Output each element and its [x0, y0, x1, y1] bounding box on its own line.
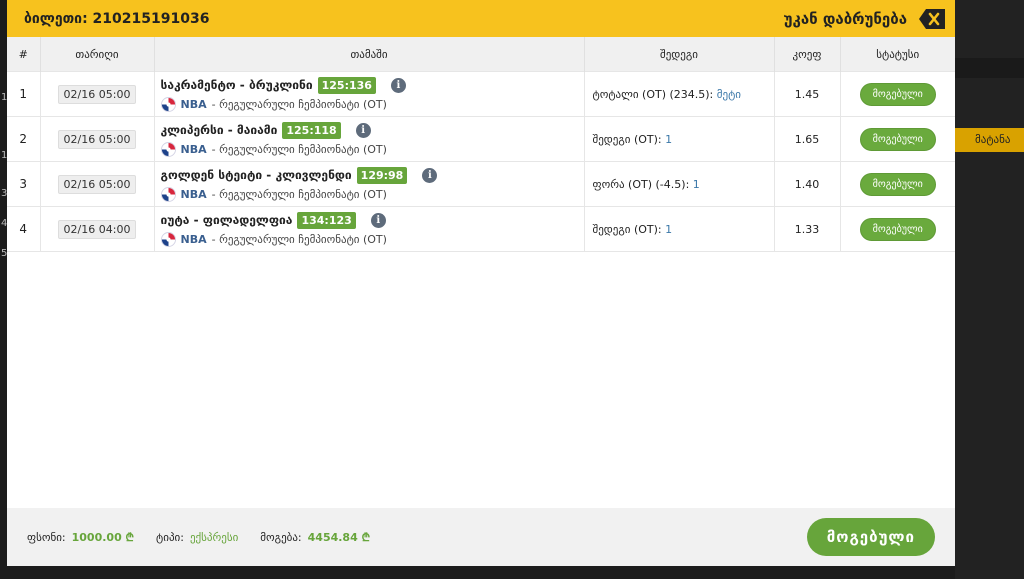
nba-league-icon: [160, 141, 176, 157]
stake-label: ფსონი:: [27, 530, 66, 544]
win-summary: მოგება: 4454.84 ₾: [260, 530, 370, 545]
stake-summary: ფსონი: 1000.00 ₾: [27, 530, 134, 545]
row-date: 02/16 05:00: [57, 129, 137, 149]
ticket-title: ბილეთი: 210215191036: [24, 10, 210, 27]
bets-table: # თარიღი თამაში შედეგი კოეფ სტატუსი 1 02…: [7, 37, 955, 252]
league-description: - რეგულარული ჩემპიონატი (OT): [211, 232, 387, 246]
nba-league-icon: [160, 231, 176, 247]
score-badge: 134:123: [297, 211, 356, 229]
stake-value: 1000.00 ₾: [71, 530, 135, 544]
league-name: NBA: [180, 232, 207, 246]
match-name: გოლდენ სტეიტი - კლივლენდი: [160, 168, 352, 182]
back-control[interactable]: უკან დაბრუნება: [784, 8, 945, 29]
info-icon[interactable]: i: [422, 167, 438, 183]
type-summary: ტიპი: ექსპრესი: [156, 531, 238, 544]
type-label: ტიპი:: [156, 530, 184, 544]
league-name: NBA: [180, 187, 207, 201]
table-header-row: # თარიღი თამაში შედეგი კოეფ სტატუსი: [7, 37, 955, 72]
table-row: 2 02/16 05:00 კლიპერსი - მაიამი 125:118 …: [7, 116, 955, 162]
info-icon[interactable]: i: [355, 122, 371, 138]
close-tag-icon[interactable]: [919, 8, 945, 29]
nba-league-icon: [160, 96, 176, 112]
row-date: 02/16 05:00: [57, 84, 137, 104]
column-header-match: თამაში: [153, 37, 584, 72]
result-label: ტოტალი (OT) (234.5):: [592, 87, 714, 101]
column-header-result: შედეგი: [583, 37, 774, 72]
result-value: 1: [665, 132, 673, 146]
background-button[interactable]: მატანა: [955, 128, 1024, 152]
result-value: 1: [665, 222, 673, 236]
row-number: 2: [7, 116, 40, 162]
result-label: შედეგი (OT):: [592, 132, 662, 146]
league-description: - რეგულარული ჩემპიონატი (OT): [211, 97, 387, 111]
row-number: 1: [7, 71, 40, 117]
table-row: 1 02/16 05:00 საკრამენტო - ბრუკლინი 125:…: [7, 71, 955, 117]
status-badge: მოგებული: [859, 82, 936, 106]
score-badge: 125:136: [317, 76, 376, 94]
row-date: 02/16 04:00: [57, 219, 137, 239]
score-badge: 129:98: [356, 166, 408, 184]
league-name: NBA: [180, 142, 207, 156]
score-badge: 125:118: [282, 121, 341, 139]
match-name: კლიპერსი - მაიამი: [160, 123, 278, 137]
match-name: იუტა - ფილადელფია: [160, 213, 293, 227]
info-icon[interactable]: i: [390, 77, 406, 93]
row-odds: 1.45: [773, 71, 840, 117]
status-badge: მოგებული: [859, 127, 936, 151]
result-value: 1: [692, 177, 700, 191]
nba-league-icon: [160, 186, 176, 202]
modal-footer: ფსონი: 1000.00 ₾ ტიპი: ექსპრესი მოგება: 445…: [7, 508, 955, 566]
result-value: მეტი: [716, 87, 741, 101]
match-name: საკრამენტო - ბრუკლინი: [160, 78, 313, 92]
ticket-status-button[interactable]: მოგებული: [806, 518, 935, 556]
background-bar: [955, 58, 1024, 78]
result-label: ფორა (OT) (-4.5):: [592, 177, 690, 191]
win-label: მოგება:: [260, 530, 302, 544]
back-button[interactable]: უკან დაბრუნება: [784, 10, 907, 28]
column-header-status: სტატუსი: [839, 37, 955, 72]
column-header-odds: კოეფ: [773, 37, 840, 72]
status-badge: მოგებული: [859, 217, 936, 241]
ticket-modal: ბილეთი: 210215191036 უკან დაბრუნება # თა…: [7, 0, 955, 566]
column-header-date: თარიღი: [39, 37, 154, 72]
league-description: - რეგულარული ჩემპიონატი (OT): [211, 187, 387, 201]
row-odds: 1.33: [773, 206, 840, 252]
win-value: 4454.84 ₾: [307, 530, 371, 544]
row-number: 4: [7, 206, 40, 252]
league-description: - რეგულარული ჩემპიონატი (OT): [211, 142, 387, 156]
type-value: ექსპრესი: [189, 530, 239, 544]
row-odds: 1.40: [773, 161, 840, 207]
table-row: 3 02/16 05:00 გოლდენ სტეიტი - კლივლენდი …: [7, 161, 955, 207]
row-odds: 1.65: [773, 116, 840, 162]
row-number: 3: [7, 161, 40, 207]
league-name: NBA: [180, 97, 207, 111]
modal-header: ბილეთი: 210215191036 უკან დაბრუნება: [7, 0, 955, 37]
background-page-left: 1 1 3 4 5: [0, 0, 7, 579]
result-label: შედეგი (OT):: [592, 222, 662, 236]
row-date: 02/16 05:00: [57, 174, 137, 194]
column-header-number: #: [7, 37, 40, 72]
status-badge: მოგებული: [859, 172, 936, 196]
background-page-right: [955, 0, 1024, 579]
info-icon[interactable]: i: [370, 212, 386, 228]
table-row: 4 02/16 04:00 იუტა - ფილადელფია 134:123 …: [7, 206, 955, 252]
